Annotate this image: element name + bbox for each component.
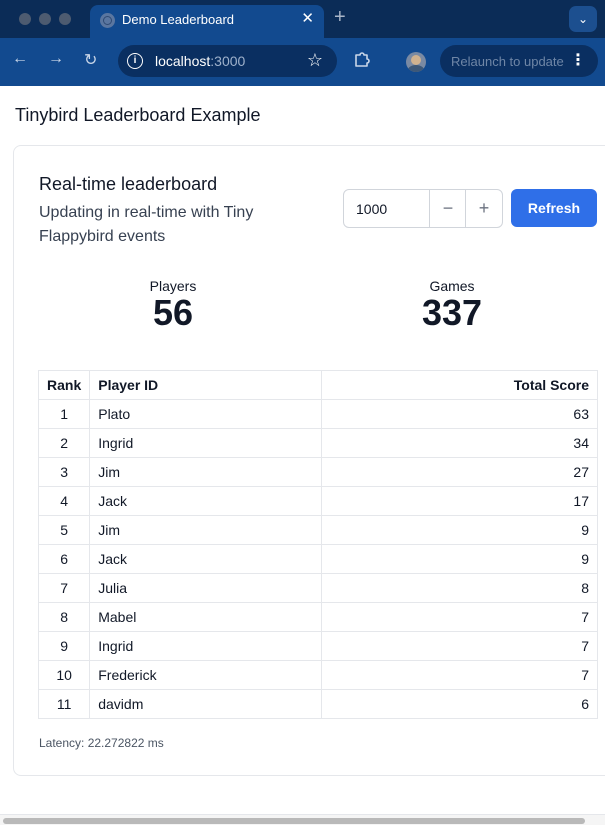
player-cell: Jack	[89, 544, 323, 574]
browser-tab-active[interactable]: Demo Leaderboard ✕	[90, 5, 324, 38]
players-count: 56	[152, 292, 194, 333]
reload-icon[interactable]: ↻	[84, 50, 97, 70]
table-row: 1 Plato 63	[37, 399, 598, 429]
rank-cell: 2	[37, 428, 91, 458]
tab-close-icon[interactable]: ✕	[301, 9, 314, 27]
score-cell: 9	[321, 515, 598, 545]
table-row: 10 Frederick 7	[37, 660, 598, 690]
rank-cell: 1	[37, 399, 91, 429]
decrement-button[interactable]: −	[429, 190, 466, 227]
table-row: 8 Mabel 7	[37, 602, 598, 632]
header-rank: Rank	[37, 370, 91, 400]
rank-cell: 11	[37, 689, 91, 719]
rank-cell: 7	[37, 573, 91, 603]
player-cell: Julia	[89, 573, 323, 603]
player-cell: Jim	[89, 457, 323, 487]
table-row: 11 davidm 6	[37, 689, 598, 719]
player-cell: Mabel	[89, 602, 323, 632]
address-bar[interactable]: i localhost:3000 ☆	[118, 45, 337, 77]
info-icon[interactable]: i	[127, 53, 143, 69]
horizontal-scrollbar[interactable]	[0, 814, 605, 825]
score-cell: 7	[321, 602, 598, 632]
card-title: Real-time leaderboard	[39, 174, 218, 194]
score-cell: 8	[321, 573, 598, 603]
rank-cell: 4	[37, 486, 91, 516]
score-cell: 7	[321, 631, 598, 661]
score-cell: 6	[321, 689, 598, 719]
rank-cell: 5	[37, 515, 91, 545]
tab-search-chevron-icon[interactable]: ⌄	[569, 6, 597, 32]
table-row: 2 Ingrid 34	[37, 428, 598, 458]
score-cell: 34	[321, 428, 598, 458]
scrollbar-thumb[interactable]	[3, 818, 585, 824]
score-cell: 27	[321, 457, 598, 487]
browser-tab-bar: Demo Leaderboard ✕ + ⌄	[0, 0, 605, 38]
player-cell: Frederick	[89, 660, 323, 690]
url-port: :3000	[210, 53, 246, 69]
table-row: 4 Jack 17	[37, 486, 598, 516]
card-subtitle: Updating in real-time with Tiny Flappybi…	[39, 204, 254, 245]
arrow-right-icon[interactable]: →	[48, 50, 64, 68]
limit-input[interactable]	[344, 190, 430, 227]
games-count: 337	[421, 292, 483, 333]
player-cell: davidm	[89, 689, 323, 719]
rank-cell: 6	[37, 544, 91, 574]
rank-cell: 10	[37, 660, 91, 690]
rank-cell: 8	[37, 602, 91, 632]
table-row: 6 Jack 9	[37, 544, 598, 574]
player-cell: Plato	[89, 399, 323, 429]
table-row: 7 Julia 8	[37, 573, 598, 603]
score-cell: 9	[321, 544, 598, 574]
puzzle-icon[interactable]	[353, 50, 371, 68]
rank-cell: 3	[37, 457, 91, 487]
player-cell: Jim	[89, 515, 323, 545]
relaunch-label: Relaunch to update	[451, 54, 564, 69]
kebab-menu-icon[interactable]: ⋮	[570, 50, 586, 70]
leaderboard-card: Real-time leaderboard Updating in real-t…	[13, 145, 605, 776]
browser-toolbar: ← → ↻ i localhost:3000 ☆ Relaunch to upd…	[0, 38, 605, 86]
latency-text: Latency: 22.272822 ms	[39, 736, 164, 750]
limit-stepper: − +	[343, 189, 503, 228]
address-url[interactable]: localhost:3000	[155, 53, 245, 69]
header-player-id: Player ID	[89, 370, 323, 400]
player-cell: Ingrid	[89, 631, 323, 661]
table-row: 9 Ingrid 7	[37, 631, 598, 661]
new-tab-icon[interactable]: +	[334, 6, 346, 29]
players-stat: Players 56	[123, 278, 223, 332]
header-total-score: Total Score	[321, 370, 598, 400]
arrow-left-icon[interactable]: ←	[12, 50, 28, 68]
player-cell: Ingrid	[89, 428, 323, 458]
table-row: 5 Jim 9	[37, 515, 598, 545]
window-zoom-control[interactable]	[59, 13, 71, 25]
window-close-control[interactable]	[19, 13, 31, 25]
table-row: 3 Jim 27	[37, 457, 598, 487]
window-minimize-control[interactable]	[39, 13, 51, 25]
increment-button[interactable]: +	[465, 190, 502, 227]
games-stat: Games 337	[402, 278, 502, 332]
score-cell: 7	[321, 660, 598, 690]
score-cell: 63	[321, 399, 598, 429]
player-cell: Jack	[89, 486, 323, 516]
table-header-row: Rank Player ID Total Score	[37, 370, 598, 400]
tab-title: Demo Leaderboard	[122, 12, 235, 27]
leaderboard-table: Rank Player ID Total Score 1 Plato 63 2 Ing…	[37, 370, 598, 719]
globe-icon	[100, 13, 115, 28]
score-cell: 17	[321, 486, 598, 516]
page-title: Tinybird Leaderboard Example	[15, 105, 261, 125]
refresh-button[interactable]: Refresh	[511, 189, 597, 227]
relaunch-button[interactable]: Relaunch to update ⋮	[440, 45, 598, 77]
avatar[interactable]	[406, 52, 426, 72]
star-icon[interactable]: ☆	[307, 50, 323, 71]
rank-cell: 9	[37, 631, 91, 661]
url-host: localhost	[155, 53, 211, 69]
